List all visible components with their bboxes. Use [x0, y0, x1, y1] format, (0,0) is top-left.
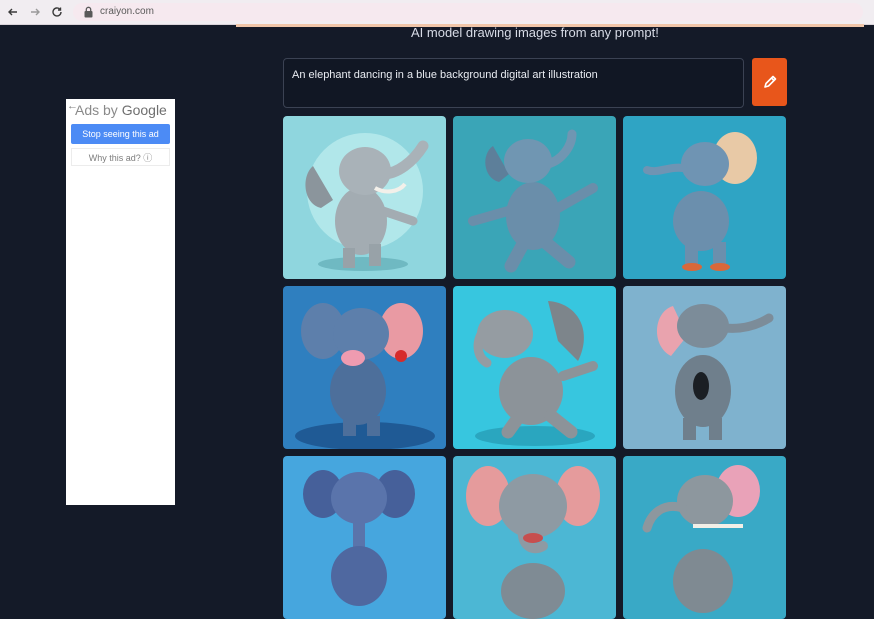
address-bar[interactable]: craiyon.com: [73, 3, 863, 21]
generated-image-7[interactable]: [283, 456, 446, 619]
generated-image-9[interactable]: [623, 456, 786, 619]
ad-panel: ← Ads by Google Stop seeing this ad Why …: [66, 99, 175, 505]
prompt-input-value: An elephant dancing in a blue background…: [292, 69, 598, 81]
pencil-icon: [763, 75, 776, 88]
generated-image-2[interactable]: [453, 116, 616, 279]
back-arrow-icon[interactable]: [4, 3, 22, 21]
generated-image-3[interactable]: [623, 116, 786, 279]
page-subtitle: AI model drawing images from any prompt!: [411, 25, 659, 40]
stop-seeing-ad-button[interactable]: Stop seeing this ad: [71, 124, 170, 144]
url-text: craiyon.com: [100, 6, 154, 17]
forward-arrow-icon[interactable]: [26, 3, 44, 21]
browser-toolbar: craiyon.com: [0, 0, 874, 25]
prompt-input[interactable]: An elephant dancing in a blue background…: [283, 58, 744, 108]
draw-button[interactable]: [752, 58, 787, 106]
lock-icon: [84, 6, 93, 18]
generated-image-6[interactable]: [623, 286, 786, 449]
ads-by-label: Ads by Google: [75, 102, 167, 118]
why-this-ad-button[interactable]: Why this ad? ⓘ: [71, 148, 170, 166]
generated-image-1[interactable]: [283, 116, 446, 279]
generated-image-5[interactable]: [453, 286, 616, 449]
generated-image-4[interactable]: [283, 286, 446, 449]
google-logo: Google: [121, 102, 167, 118]
reload-icon[interactable]: [48, 3, 66, 21]
generated-image-8[interactable]: [453, 456, 616, 619]
